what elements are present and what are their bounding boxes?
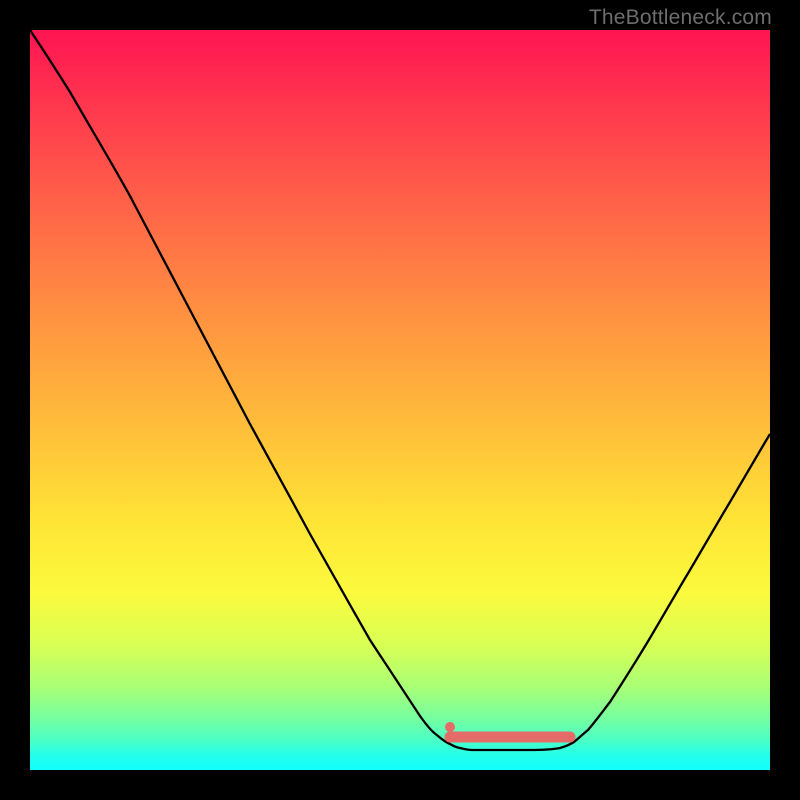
bottleneck-curve: [30, 30, 770, 750]
gradient-plot-area: [30, 30, 770, 770]
watermark-text: TheBottleneck.com: [589, 6, 772, 30]
chart-overlay: [30, 30, 770, 770]
segment-dot: [445, 722, 455, 732]
chart-frame: TheBottleneck.com: [0, 0, 800, 800]
